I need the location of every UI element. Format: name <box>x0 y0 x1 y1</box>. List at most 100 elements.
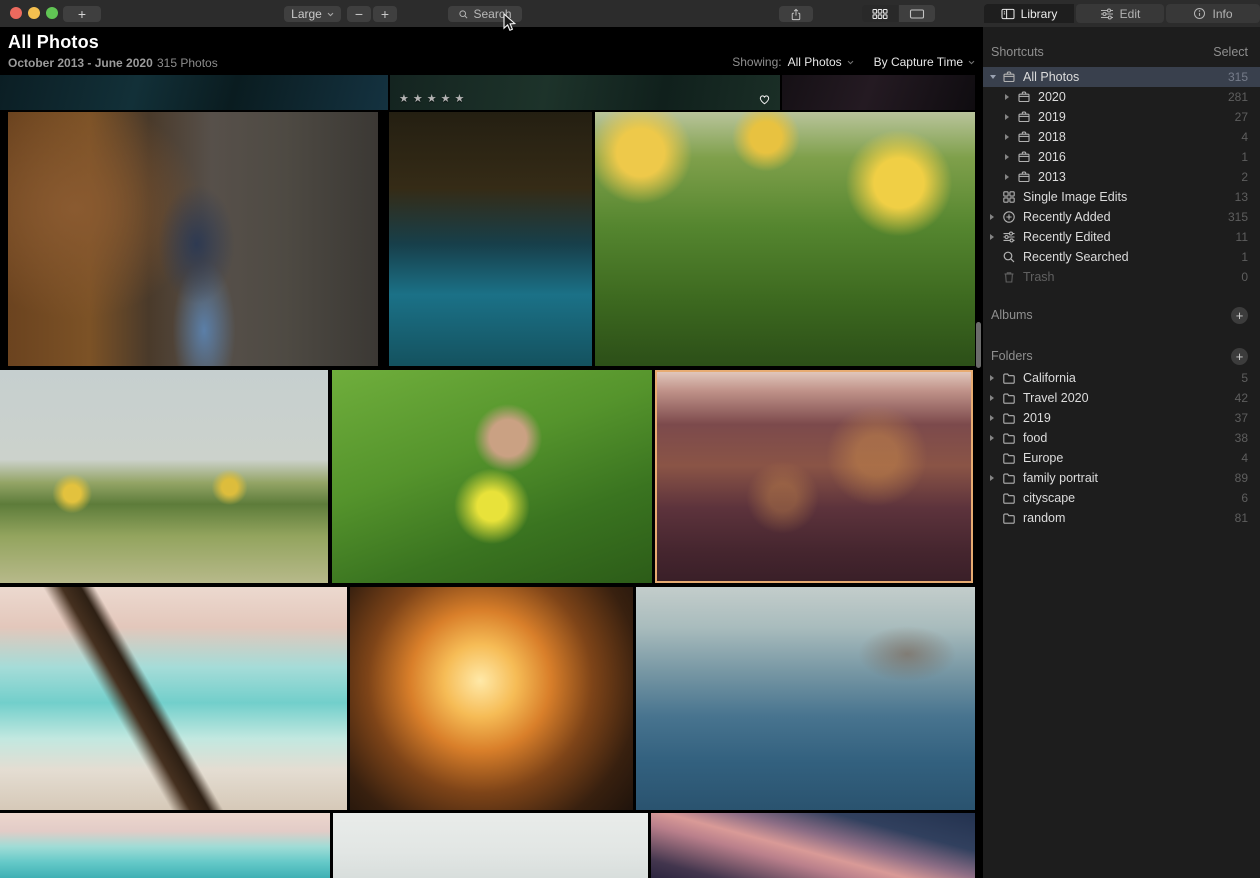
photo-thumbnail-dark-forest[interactable]: ★★★★★ <box>390 75 780 110</box>
disclosure-closed-icon[interactable] <box>990 473 1002 483</box>
thumbnail-zoom-out-button[interactable]: − <box>347 6 371 22</box>
folder-icon <box>1002 511 1016 525</box>
sidebar-folder-random[interactable]: random81 <box>983 508 1260 528</box>
disclosure-closed-icon[interactable] <box>990 212 1002 222</box>
box-icon <box>1017 130 1031 144</box>
photo-thumbnail-fire-dancer[interactable] <box>350 587 633 810</box>
disclosure-closed-icon[interactable] <box>1005 152 1017 162</box>
select-button[interactable]: Select <box>1213 45 1248 59</box>
disclosure-closed-icon[interactable] <box>990 373 1002 383</box>
search-icon <box>1002 250 1016 264</box>
sidebar-folder-cityscape[interactable]: cityscape6 <box>983 488 1260 508</box>
disclosure-closed-icon[interactable] <box>990 413 1002 423</box>
photo-thumbnail-canyon-sunset[interactable] <box>655 370 973 583</box>
thumbnail-size-dropdown[interactable]: Large <box>284 6 341 22</box>
thumbnail-size-value: Large <box>291 7 322 21</box>
folders-section-header: Folders + <box>983 347 1260 365</box>
item-count: 42 <box>1235 391 1248 405</box>
photo-thumbnail-sunflower-walk[interactable] <box>0 370 328 583</box>
add-folder-button[interactable]: + <box>1231 348 1248 365</box>
photo-thumbnail-pale-sky[interactable] <box>333 813 648 878</box>
item-label: Recently Added <box>1023 210 1228 224</box>
item-count: 1 <box>1241 150 1248 164</box>
sidebar-item-2016[interactable]: 20161 <box>983 147 1260 167</box>
sidebar-folder-2019[interactable]: 201937 <box>983 408 1260 428</box>
tab-info-label: Info <box>1212 7 1232 21</box>
sidebar-item-2013[interactable]: 20132 <box>983 167 1260 187</box>
vertical-scrollbar-thumb[interactable] <box>976 322 981 368</box>
photo-thumbnail-boy-autumn-leaves[interactable] <box>8 112 378 366</box>
disclosure-closed-icon[interactable] <box>990 433 1002 443</box>
item-count: 6 <box>1241 491 1248 505</box>
photo-thumbnail-sunset-clouds[interactable] <box>651 813 975 878</box>
photo-thumbnail-family-beach[interactable] <box>0 813 330 878</box>
search-input[interactable]: Search <box>448 6 522 22</box>
star-rating[interactable]: ★★★★★ <box>399 92 468 105</box>
item-label: cityscape <box>1023 491 1241 505</box>
sidebar-folder-europe[interactable]: Europe4 <box>983 448 1260 468</box>
close-window-button[interactable] <box>10 7 22 19</box>
sidebar-item-recently-added[interactable]: Recently Added315 <box>983 207 1260 227</box>
photo-thumbnail-girl-in-leaves[interactable] <box>332 370 652 583</box>
add-album-button[interactable]: + <box>1231 307 1248 324</box>
tab-info[interactable]: Info <box>1166 4 1260 23</box>
sidebar-item-2020[interactable]: 2020281 <box>983 87 1260 107</box>
grid-icon <box>1002 190 1016 204</box>
disclosure-closed-icon[interactable] <box>990 393 1002 403</box>
share-button[interactable] <box>779 6 813 22</box>
item-count: 4 <box>1241 130 1248 144</box>
favorite-heart-icon[interactable] <box>758 92 771 104</box>
item-label: 2019 <box>1038 110 1235 124</box>
sidebar-item-2019[interactable]: 201927 <box>983 107 1260 127</box>
photo-thumbnail-breakdancer[interactable] <box>636 587 975 810</box>
sidebar-folder-food[interactable]: food38 <box>983 428 1260 448</box>
disclosure-closed-icon[interactable] <box>990 232 1002 242</box>
disclosure-spacer <box>990 453 1002 463</box>
folder-icon <box>1002 451 1016 465</box>
disclosure-closed-icon[interactable] <box>1005 112 1017 122</box>
folders-title: Folders <box>991 349 1033 363</box>
item-count: 0 <box>1241 270 1248 284</box>
thumbnail-zoom-in-button[interactable]: + <box>373 6 397 22</box>
disclosure-open-icon[interactable] <box>990 72 1002 82</box>
grid-view-button[interactable] <box>862 5 898 22</box>
sidebar-item-all-photos[interactable]: All Photos315 <box>983 67 1260 87</box>
minimize-window-button[interactable] <box>28 7 40 19</box>
sidebar-item-single-image-edits[interactable]: Single Image Edits13 <box>983 187 1260 207</box>
info-icon <box>1193 7 1206 20</box>
sidebar-item-recently-edited[interactable]: Recently Edited11 <box>983 227 1260 247</box>
item-count: 5 <box>1241 371 1248 385</box>
sidebar-folder-travel-2020[interactable]: Travel 202042 <box>983 388 1260 408</box>
disclosure-closed-icon[interactable] <box>1005 172 1017 182</box>
item-label: All Photos <box>1023 70 1228 84</box>
sidebar-folder-family-portrait[interactable]: family portrait89 <box>983 468 1260 488</box>
photo-thumbnail-sunflower-field[interactable] <box>595 112 975 366</box>
item-count: 281 <box>1228 90 1248 104</box>
zoom-window-button[interactable] <box>46 7 58 19</box>
tab-edit[interactable]: Edit <box>1076 4 1164 23</box>
folder-icon <box>1002 491 1016 505</box>
tab-library[interactable]: Library <box>984 4 1074 23</box>
sidebar-item-2018[interactable]: 20184 <box>983 127 1260 147</box>
sidebar-folder-california[interactable]: California5 <box>983 368 1260 388</box>
disclosure-spacer <box>990 192 1002 202</box>
item-count: 315 <box>1228 210 1248 224</box>
disclosure-closed-icon[interactable] <box>1005 132 1017 142</box>
sidebar-item-recently-searched[interactable]: Recently Searched1 <box>983 247 1260 267</box>
albums-section-header: Albums + <box>983 306 1260 324</box>
sort-order-dropdown[interactable]: By Capture Time <box>874 55 975 69</box>
photo-thumbnail-poolside[interactable] <box>389 112 592 366</box>
single-view-button[interactable] <box>899 5 935 22</box>
shortcuts-section-header: Shortcuts Select <box>983 43 1260 61</box>
photo-thumbnail-dark-portrait[interactable] <box>782 75 975 110</box>
disclosure-spacer <box>990 272 1002 282</box>
photo-thumbnail-beach-palm[interactable] <box>0 587 347 810</box>
plus-circle-icon <box>1002 210 1016 224</box>
showing-value: All Photos <box>788 55 842 69</box>
sidebar-item-trash[interactable]: Trash0 <box>983 267 1260 287</box>
showing-filter-dropdown[interactable]: All Photos <box>788 55 854 69</box>
box-icon <box>1017 90 1031 104</box>
add-photos-button[interactable]: + <box>63 6 101 22</box>
disclosure-closed-icon[interactable] <box>1005 92 1017 102</box>
photo-thumbnail-dark-lake[interactable] <box>0 75 388 110</box>
